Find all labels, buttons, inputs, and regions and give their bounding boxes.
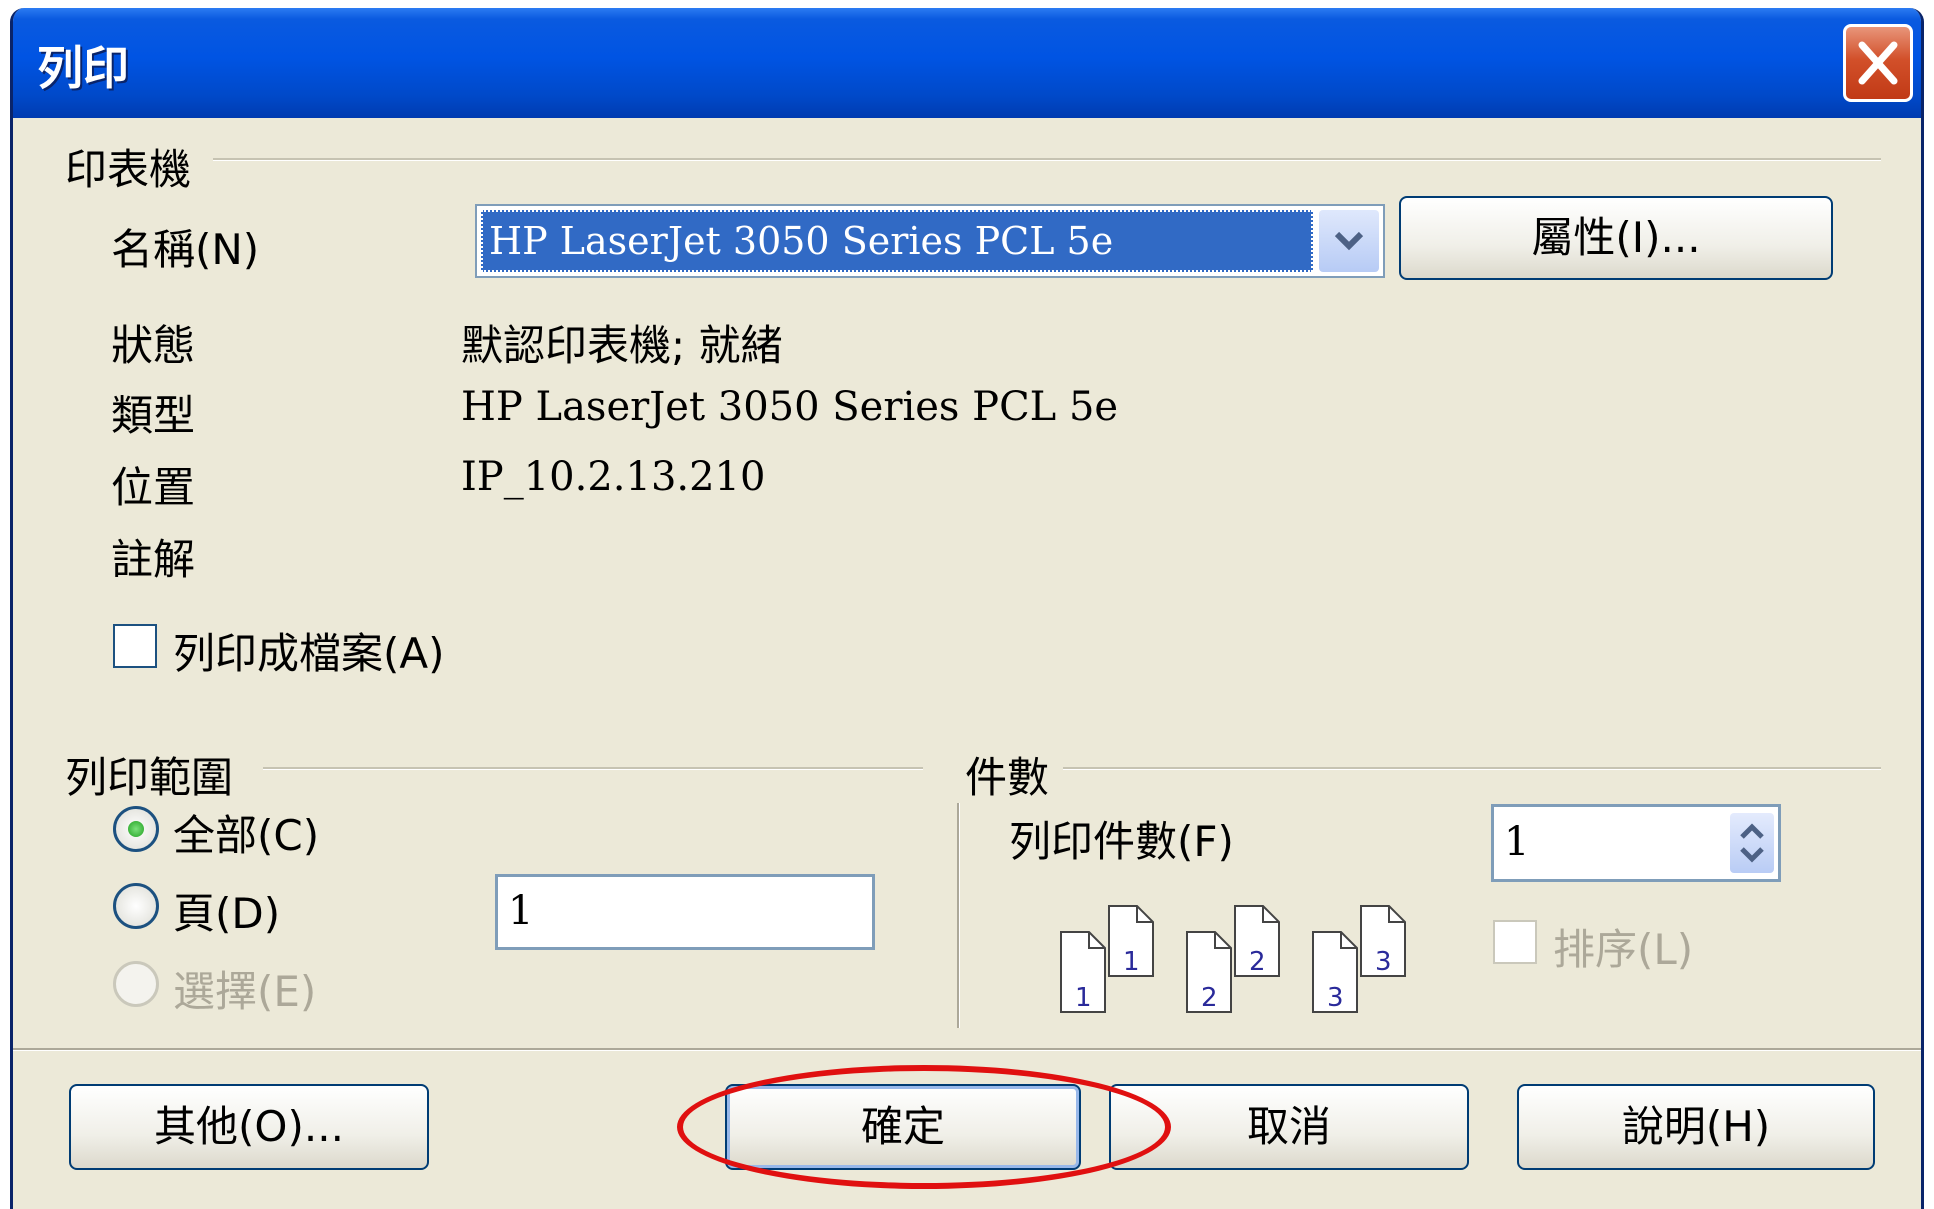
page-label: 2 [1249,947,1266,977]
range-selection-label[interactable]: 選擇(E) [173,958,316,1019]
status-label: 狀態 [111,321,196,370]
copies-count-value: 1 [1504,819,1530,865]
collate-label[interactable]: 排序(L) [1553,916,1693,977]
page-label: 1 [1075,983,1092,1013]
other-button[interactable]: 其他(O)... [69,1084,429,1170]
printer-group-line [213,158,1881,161]
range-all-label[interactable]: 全部(C) [173,802,319,863]
printer-group-title: 印表機 [65,136,206,197]
dialog-title: 列印 [37,41,129,95]
location-value: IP_10.2.13.210 [461,454,766,500]
close-icon [1858,41,1898,85]
location-label: 位置 [111,463,196,512]
type-value: HP LaserJet 3050 Series PCL 5e [461,384,1119,430]
printer-name-selected: HP LaserJet 3050 Series PCL 5e [481,210,1313,272]
range-pages-radio[interactable] [113,883,159,929]
ok-highlight-annotation [677,1065,1171,1189]
range-group-title: 列印範圍 [65,744,248,805]
type-label: 類型 [111,391,196,440]
radio-selected-dot [128,821,144,837]
copies-count-label: 列印件數(F) [1009,817,1234,866]
page-label: 3 [1375,947,1392,977]
print-to-file-checkbox[interactable] [113,624,157,668]
copies-count-input[interactable]: 1 [1491,804,1781,882]
printer-name-label: 名稱(N) [111,225,260,274]
group-separator [957,803,960,1028]
page-label: 3 [1327,983,1344,1013]
print-dialog: 列印 印表機 名稱(N) HP LaserJet 3050 Series PCL… [10,8,1924,1209]
status-value: 默認印表機; 就緒 [461,321,783,370]
spin-arrows-icon [1740,823,1764,863]
help-button[interactable]: 說明(H) [1517,1084,1875,1170]
page-label: 2 [1201,983,1218,1013]
comment-label: 註解 [111,535,196,584]
dropdown-arrow-button[interactable] [1319,210,1379,272]
pages-input[interactable]: 1 [495,874,875,950]
print-to-file-label[interactable]: 列印成檔案(A) [173,620,445,681]
copies-group-line [1059,767,1881,770]
copies-spinner[interactable] [1730,813,1774,873]
title-bar[interactable]: 列印 [13,8,1921,118]
properties-button[interactable]: 屬性(I)... [1399,196,1833,280]
printer-name-dropdown[interactable]: HP LaserJet 3050 Series PCL 5e [475,204,1385,278]
range-all-radio[interactable] [113,806,159,852]
close-button[interactable] [1843,24,1913,102]
range-selection-radio[interactable] [113,961,159,1007]
chevron-down-icon [1334,231,1364,251]
range-group-line [263,767,923,770]
collate-checkbox[interactable] [1493,920,1537,964]
bottom-separator [13,1048,1921,1051]
range-pages-label[interactable]: 頁(D) [173,880,280,941]
page-label: 1 [1123,947,1140,977]
copies-group-title: 件數 [965,744,1064,805]
collate-pages-icon: 1 1 2 2 3 3 [1060,905,1406,1013]
